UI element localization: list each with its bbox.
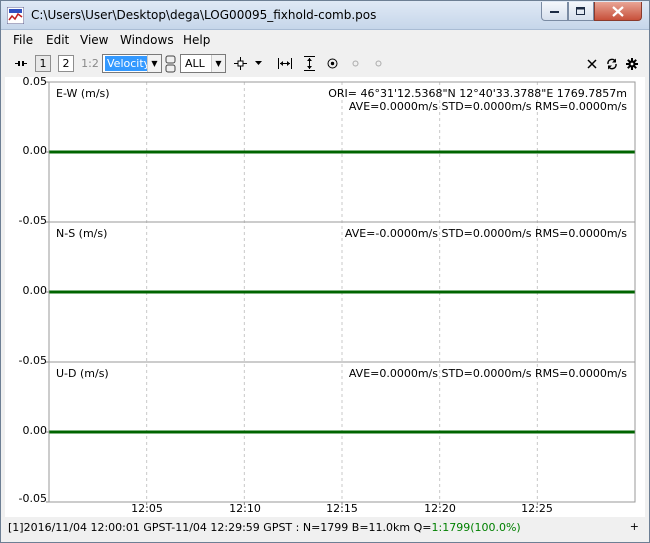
fit-vertical-icon xyxy=(303,56,315,71)
gear-icon xyxy=(626,57,638,70)
connect-button[interactable] xyxy=(14,55,28,72)
status-text: [1]2016/11/04 12:00:01 GPST-11/04 12:29:… xyxy=(8,521,521,534)
chevron-down-icon: ▼ xyxy=(211,55,225,72)
caret-down-icon xyxy=(255,61,262,65)
plot-type-value: Velocity xyxy=(105,56,153,71)
show-track-button[interactable] xyxy=(325,55,339,72)
origin-readout: ORI= 46°31'12.5368"N 12°40'33.3788"E 176… xyxy=(328,87,627,100)
x-tick-label: 12:20 xyxy=(424,502,456,515)
menu-file[interactable]: File xyxy=(13,33,33,47)
menu-bar: File Edit View Windows Help xyxy=(5,31,645,51)
plot2-button[interactable]: 2 xyxy=(58,55,74,72)
toolbar: 1 2 1:2 Velocity ▼ ALL ▼ xyxy=(5,51,645,77)
panel-label-ns: N-S (m/s) xyxy=(56,227,108,240)
close-icon xyxy=(612,5,624,17)
dot-icon xyxy=(375,60,381,67)
center-dropdown-button[interactable] xyxy=(254,55,264,72)
center-origin-button[interactable] xyxy=(233,55,247,72)
plot-type-select[interactable]: Velocity ▼ xyxy=(102,54,162,73)
x-tick-label: 12:15 xyxy=(326,502,358,515)
rtkplot-app-icon[interactable] xyxy=(7,7,24,24)
fit-horizontal-button[interactable] xyxy=(278,55,292,72)
minimize-button[interactable] xyxy=(541,2,568,21)
plot-area[interactable]: 0.05 0.00 -0.05 0.00 -0.05 0.00 -0.05 E-… xyxy=(5,75,645,517)
plot12-button[interactable]: 1:2 xyxy=(81,55,99,72)
y-tick-label: -0.05 xyxy=(18,492,47,505)
fix-center-button[interactable] xyxy=(348,55,362,72)
y-tick-label: -0.05 xyxy=(18,214,47,227)
resize-grip[interactable]: + xyxy=(630,520,639,533)
plot1-button[interactable]: 1 xyxy=(35,55,51,72)
stats-ud: AVE=0.0000m/s STD=0.0000m/s RMS=0.0000m/… xyxy=(348,367,627,380)
chevron-down-icon: ▼ xyxy=(147,55,161,72)
x-tick-label: 12:25 xyxy=(521,502,553,515)
quality-filter-icon xyxy=(165,55,176,72)
connect-icon xyxy=(14,61,27,66)
y-tick-label: 0.00 xyxy=(22,424,48,437)
panel-label-ud: U-D (m/s) xyxy=(56,367,109,380)
options-button[interactable] xyxy=(625,55,639,72)
fit-vertical-button[interactable] xyxy=(302,55,316,72)
close-icon xyxy=(587,58,597,69)
crosshair-icon xyxy=(233,57,247,70)
y-tick-label: 0.05 xyxy=(22,75,48,88)
menu-edit[interactable]: Edit xyxy=(46,33,69,47)
maximize-button[interactable] xyxy=(568,2,594,21)
stats-ew: AVE=0.0000m/s STD=0.0000m/s RMS=0.0000m/… xyxy=(348,100,627,113)
target-icon xyxy=(327,58,337,69)
dot-icon xyxy=(352,60,358,67)
menu-help[interactable]: Help xyxy=(183,33,210,47)
velocity-plot[interactable] xyxy=(5,77,645,517)
status-quality: 1:1799(100.0%) xyxy=(431,521,521,534)
window-title: C:\Users\User\Desktop\dega\LOG00095_fixh… xyxy=(31,8,377,22)
x-tick-label: 12:05 xyxy=(131,502,163,515)
status-bar: [1]2016/11/04 12:00:01 GPST-11/04 12:29:… xyxy=(5,518,645,538)
fix-horizontal-button[interactable] xyxy=(371,55,385,72)
minimize-icon xyxy=(549,11,559,13)
app-window: C:\Users\User\Desktop\dega\LOG00095_fixh… xyxy=(0,0,650,543)
satellite-value: ALL xyxy=(185,57,205,70)
menu-view[interactable]: View xyxy=(80,33,108,47)
menu-windows[interactable]: Windows xyxy=(120,33,174,47)
reload-icon xyxy=(607,58,617,69)
clear-plot-button[interactable] xyxy=(585,55,599,72)
satellite-select[interactable]: ALL ▼ xyxy=(180,54,226,73)
maximize-icon xyxy=(576,6,585,15)
close-window-button[interactable] xyxy=(594,2,642,21)
quality-filter-button[interactable] xyxy=(164,54,178,73)
reload-button[interactable] xyxy=(605,55,619,72)
fit-horizontal-icon xyxy=(278,58,292,69)
status-summary: [1]2016/11/04 12:00:01 GPST-11/04 12:29:… xyxy=(8,521,432,534)
y-tick-label: 0.00 xyxy=(22,144,48,157)
stats-ns: AVE=-0.0000m/s STD=0.0000m/s RMS=0.0000m… xyxy=(344,227,627,240)
y-tick-label: 0.00 xyxy=(22,284,48,297)
y-tick-label: -0.05 xyxy=(18,354,47,367)
x-tick-label: 12:10 xyxy=(229,502,261,515)
title-bar[interactable]: C:\Users\User\Desktop\dega\LOG00095_fixh… xyxy=(1,1,649,30)
panel-label-ew: E-W (m/s) xyxy=(56,87,110,100)
